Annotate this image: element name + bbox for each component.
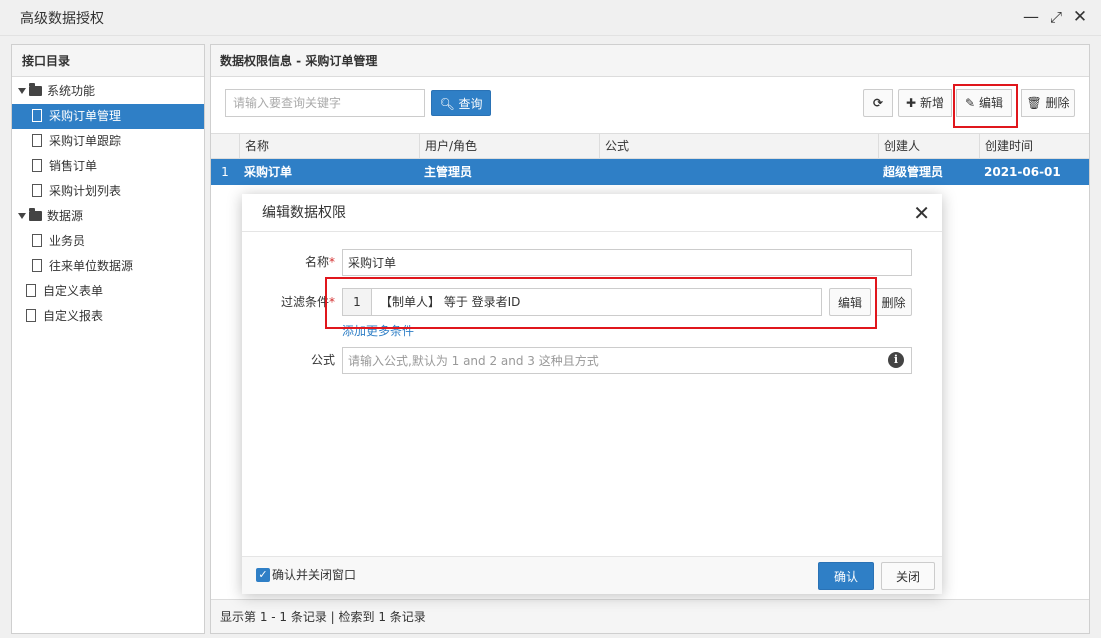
folder-icon — [29, 82, 42, 96]
refresh-button[interactable]: ⟳ — [863, 89, 893, 117]
document-icon — [32, 109, 42, 122]
document-icon — [32, 134, 42, 147]
maximize-icon[interactable]: ⤢ — [1045, 6, 1067, 28]
confirm-close-label: 确认并关闭窗口 — [272, 568, 357, 582]
formula-label: 公式 — [310, 353, 335, 367]
document-icon — [32, 184, 42, 197]
document-icon — [26, 284, 36, 297]
table-row[interactable]: 1 采购订单 主管理员 超级管理员 2021-06-01 — [211, 159, 1089, 185]
add-more-conditions-link[interactable]: 添加更多条件 — [342, 322, 414, 339]
search-icon: 🔍︎ — [439, 96, 455, 111]
info-icon[interactable]: i — [888, 352, 904, 368]
condition-text: 【制单人】 等于 登录者ID — [371, 288, 822, 316]
interface-directory-panel: 接口目录 系统功能 采购订单管理 采购订单跟踪 销售订单 采购计划列表 数据源 … — [11, 44, 205, 634]
filter-label: 过滤条件* — [280, 295, 335, 309]
close-icon[interactable]: ✕ — [913, 194, 930, 232]
condition-edit-button[interactable]: 编辑 — [829, 288, 871, 316]
table-header: 名称 用户/角色 公式 创建人 创建时间 — [211, 133, 1089, 159]
name-input[interactable] — [342, 249, 912, 276]
panel-title: 接口目录 — [12, 45, 204, 77]
delete-button[interactable]: 🗑︎ 删除 — [1021, 89, 1075, 117]
tree-item-sales-order[interactable]: 销售订单 — [12, 154, 204, 179]
expand-triangle-icon[interactable] — [18, 212, 26, 219]
tree-item-custom-form[interactable]: 自定义表单 — [12, 279, 204, 304]
query-button[interactable]: 🔍︎ 查询 — [431, 90, 491, 116]
column-header-user-role[interactable]: 用户/角色 — [419, 134, 599, 159]
document-icon — [32, 234, 42, 247]
cell-name: 采购订单 — [244, 165, 293, 179]
name-label: 名称* — [304, 255, 335, 269]
window-title: 高级数据授权 — [20, 11, 104, 27]
dialog-footer: ✓ 确认并关闭窗口 确认 关闭 — [242, 556, 942, 594]
formula-input[interactable] — [342, 347, 912, 374]
panel-title: 数据权限信息 - 采购订单管理 — [211, 45, 1089, 77]
formula-row: 公式 i — [242, 347, 942, 375]
close-button[interactable]: 关闭 — [881, 562, 935, 590]
edit-permission-dialog: 编辑数据权限 ✕ 名称* 过滤条件* 1 【制单人】 等于 登录者ID 编辑 删… — [242, 194, 942, 594]
tree-item-purchase-order-tracking[interactable]: 采购订单跟踪 — [12, 129, 204, 154]
row-number: 1 — [221, 165, 229, 179]
cell-created-time: 2021-06-01 — [984, 165, 1061, 179]
document-icon — [32, 259, 42, 272]
add-button[interactable]: ✚ 新增 — [898, 89, 952, 117]
column-header-creator[interactable]: 创建人 — [878, 134, 979, 159]
cell-user-role: 主管理员 — [424, 165, 473, 179]
tree-item-purchase-order-mgmt[interactable]: 采购订单管理 — [12, 104, 204, 129]
permission-table: 名称 用户/角色 公式 创建人 创建时间 1 采购订单 主管理员 超级管理员 2… — [211, 133, 1089, 185]
confirm-close-checkbox[interactable]: ✓ — [256, 568, 270, 582]
column-header-formula[interactable]: 公式 — [599, 134, 878, 159]
document-icon — [32, 159, 42, 172]
expand-triangle-icon[interactable] — [18, 87, 26, 94]
column-header-name[interactable]: 名称 — [239, 134, 419, 159]
minimize-icon[interactable]: — — [1020, 6, 1042, 28]
cell-creator: 超级管理员 — [883, 165, 944, 179]
close-icon[interactable]: ✕ — [1069, 6, 1091, 28]
condition-index: 1 — [342, 288, 372, 316]
column-header-created-time[interactable]: 创建时间 — [979, 134, 1089, 159]
condition-delete-button[interactable]: 删除 — [875, 288, 912, 316]
tree-item-custom-report[interactable]: 自定义报表 — [12, 304, 204, 329]
edit-button[interactable]: ✎ 编辑 — [956, 89, 1012, 117]
toolbar: 🔍︎ 查询 ⟳ ✚ 新增 ✎ 编辑 🗑︎ 删除 — [211, 78, 1089, 120]
tree-folder-data-source[interactable]: 数据源 — [12, 204, 204, 229]
name-row: 名称* — [242, 249, 942, 277]
filter-condition-row: 过滤条件* 1 【制单人】 等于 登录者ID 编辑 删除 添加更多条件 — [242, 288, 942, 338]
interface-tree: 系统功能 采购订单管理 采购订单跟踪 销售订单 采购计划列表 数据源 业务员 往… — [12, 77, 204, 329]
status-bar: 显示第 1 - 1 条记录 | 检索到 1 条记录 — [211, 599, 1089, 633]
tree-item-purchase-plan-list[interactable]: 采购计划列表 — [12, 179, 204, 204]
dialog-title: 编辑数据权限 ✕ — [242, 194, 942, 232]
trash-icon: 🗑︎ — [1026, 96, 1042, 110]
confirm-button[interactable]: 确认 — [818, 562, 874, 590]
refresh-icon: ⟳ — [872, 96, 884, 110]
edit-icon: ✎ — [965, 96, 976, 110]
plus-icon: ✚ — [906, 96, 917, 110]
cell-formula — [599, 159, 604, 185]
search-input[interactable] — [225, 89, 425, 117]
folder-icon — [29, 207, 42, 221]
window-titlebar: 高级数据授权 — ⤢ ✕ — [0, 0, 1101, 36]
document-icon — [26, 309, 36, 322]
tree-folder-system-functions[interactable]: 系统功能 — [12, 79, 204, 104]
tree-item-contact-unit-source[interactable]: 往来单位数据源 — [12, 254, 204, 279]
tree-item-salesperson[interactable]: 业务员 — [12, 229, 204, 254]
